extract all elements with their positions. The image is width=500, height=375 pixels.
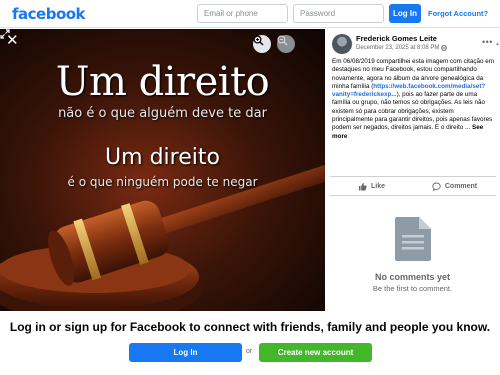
- login-button[interactable]: Log In: [389, 4, 421, 23]
- post-details-panel: Frederick Gomes Leite December 23, 2025 …: [325, 29, 500, 311]
- quote-line-1: Um direito: [55, 59, 270, 105]
- be-first-text: Be the first to comment.: [372, 284, 453, 293]
- quote-line-2: não é o que alguém deve te dar: [58, 106, 267, 121]
- quote-line-3: Um direito: [105, 145, 220, 170]
- post-date[interactable]: December 23, 2025 at 8:08 PM: [356, 45, 448, 51]
- forgot-account-link[interactable]: Forgot Account?: [428, 9, 488, 18]
- thumbs-up-icon: [358, 182, 367, 190]
- password-field[interactable]: [293, 4, 384, 23]
- like-button[interactable]: Like: [330, 177, 413, 195]
- more-options-icon[interactable]: •••: [482, 37, 493, 47]
- post-actions-bar: Like Comment: [330, 176, 496, 196]
- globe-icon: [441, 45, 448, 51]
- fullscreen-icon[interactable]: [0, 29, 10, 39]
- comment-icon: [432, 182, 441, 191]
- comment-button[interactable]: Comment: [413, 177, 496, 195]
- zoom-in-icon[interactable]: [253, 35, 271, 53]
- photo-viewer: Um direito não é o que alguém deve te da…: [0, 29, 325, 311]
- post-date-text: December 23, 2025 at 8:08 PM: [356, 45, 440, 51]
- or-separator: or: [246, 348, 253, 355]
- top-navbar: facebook Log In Forgot Account?: [0, 0, 500, 28]
- comment-label: Comment: [444, 182, 478, 190]
- no-comments-heading: No comments yet: [374, 272, 451, 282]
- create-account-button[interactable]: Create new account: [259, 343, 372, 362]
- login-prompt-banner: Log in or sign up for Facebook to connec…: [0, 311, 500, 375]
- zoom-out-icon[interactable]: [277, 35, 295, 53]
- scroll-arrow-icon[interactable]: [496, 41, 499, 47]
- empty-comments-document-icon: [395, 217, 431, 261]
- facebook-logo[interactable]: facebook: [12, 5, 86, 23]
- post-text: Em 06/08/2019 compartilhei esta imagem c…: [332, 58, 496, 141]
- quote-line-4: é o que ninguém pode te negar: [67, 175, 258, 189]
- bottom-login-button[interactable]: Log In: [129, 343, 242, 362]
- email-field[interactable]: [197, 4, 288, 23]
- post-author[interactable]: Frederick Gomes Leite: [356, 34, 437, 43]
- avatar[interactable]: [332, 34, 352, 54]
- signup-cta-text: Log in or sign up for Facebook to connec…: [9, 320, 491, 334]
- like-label: Like: [370, 182, 385, 190]
